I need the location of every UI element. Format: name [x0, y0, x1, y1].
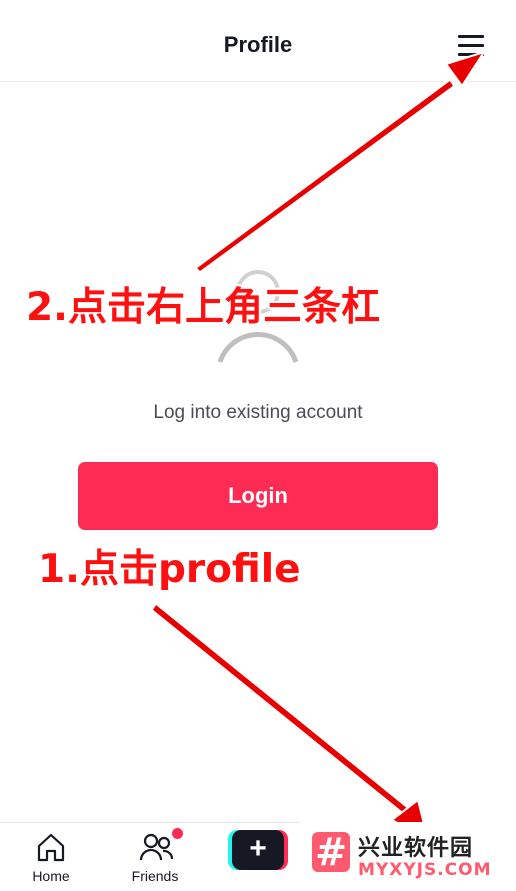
- login-button[interactable]: Login: [78, 462, 438, 530]
- annotation-step-2: 2.点击右上角三条杠: [26, 285, 380, 330]
- friends-notification-badge: [172, 828, 183, 839]
- tab-friends[interactable]: Friends: [115, 823, 195, 891]
- arrow-to-menu: [194, 50, 487, 273]
- plus-icon: +: [232, 830, 284, 870]
- create-button[interactable]: +: [228, 830, 288, 870]
- watermark-logo-icon: [312, 830, 350, 874]
- annotation-arrows: [150, 50, 487, 842]
- menu-bar-middle: [458, 44, 484, 47]
- friends-icon: [139, 833, 173, 861]
- page-title: Profile: [223, 32, 293, 57]
- tab-friends-label: Friends: [131, 868, 179, 884]
- login-prompt: Log into existing account: [153, 402, 363, 423]
- watermark-subtitle: MYXYJS.COM: [358, 860, 492, 880]
- watermark-title: 兴业软件园: [358, 836, 474, 861]
- menu-bar-bottom: [458, 53, 484, 56]
- watermark: 兴业软件园 MYXYJS.COM: [300, 822, 516, 891]
- annotation-step-1: 1.点击profile: [38, 547, 301, 592]
- app-header: Profile: [0, 0, 516, 82]
- tab-home-label: Home: [32, 868, 70, 884]
- menu-bar-top: [458, 35, 484, 38]
- login-button-label: Login: [228, 483, 288, 508]
- home-icon: [37, 833, 65, 862]
- arrow-to-profile-tab: [150, 602, 430, 842]
- hamburger-menu-icon[interactable]: [452, 30, 490, 64]
- tab-home[interactable]: Home: [11, 823, 91, 891]
